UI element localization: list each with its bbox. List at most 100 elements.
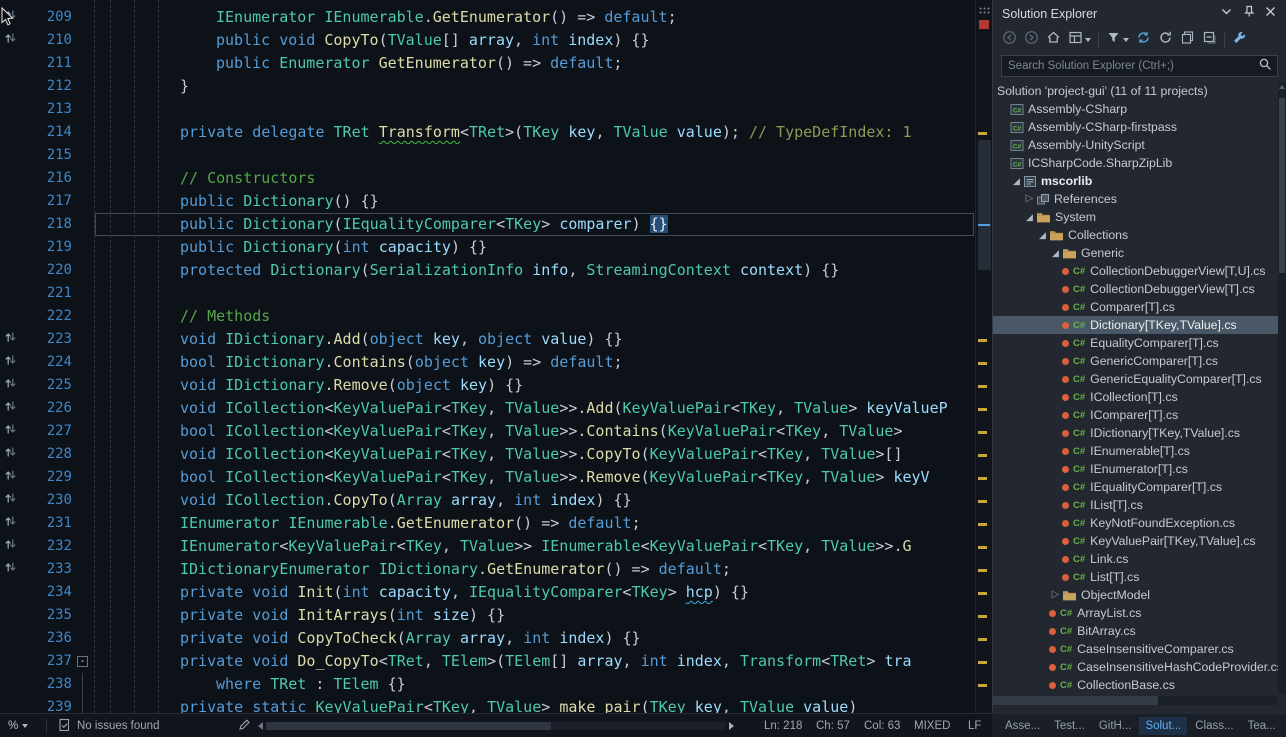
panel-tab-tea[interactable]: Tea... [1242,717,1282,735]
code-text[interactable]: public Enumerator GetEnumerator() => def… [96,52,975,75]
panel-tab-solut[interactable]: Solut... [1139,717,1187,735]
code-text[interactable]: private void Init(int capacity, IEqualit… [96,581,975,604]
tree-item-iequalitycomparer-t-cs[interactable]: C#IEqualityComparer[T].cs [993,478,1278,496]
code-line[interactable]: 210public void CopyTo(TValue[] array, in… [0,29,975,52]
fold-margin[interactable] [72,213,96,236]
status-line[interactable]: Ln: 218 [764,714,802,737]
line-number[interactable]: 233 [26,558,72,581]
code-text[interactable]: private delegate TRet Transform<TRet>(TK… [96,121,975,144]
gutter-icon-cell[interactable] [0,397,26,420]
gutter-icon-cell[interactable] [0,489,26,512]
tree-item-collections[interactable]: ◢Collections [993,226,1278,244]
line-number[interactable]: 225 [26,374,72,397]
tree-item-ienumerator-t-cs[interactable]: C#IEnumerator[T].cs [993,460,1278,478]
code-text[interactable]: IEnumerator<KeyValuePair<TKey, TValue>> … [96,535,975,558]
implements-icon[interactable] [4,29,17,52]
fold-margin[interactable] [72,305,96,328]
tree-item-assembly-csharp[interactable]: C#Assembly-CSharp [993,100,1278,118]
fold-margin[interactable] [72,489,96,512]
gutter-icon-cell[interactable] [0,328,26,351]
implements-icon[interactable] [4,443,17,466]
fold-margin[interactable] [72,512,96,535]
line-number[interactable]: 222 [26,305,72,328]
line-number[interactable]: 219 [26,236,72,259]
line-number[interactable]: 215 [26,144,72,167]
tree-vertical-scrollbar[interactable] [1278,82,1286,694]
code-text[interactable]: IEnumerator IEnumerable.GetEnumerator() … [96,6,975,29]
code-line[interactable]: 211public Enumerator GetEnumerator() => … [0,52,975,75]
code-line[interactable]: 220protected Dictionary(SerializationInf… [0,259,975,282]
line-number[interactable]: 213 [26,98,72,121]
fold-margin[interactable] [72,397,96,420]
tree-item-system[interactable]: ◢System [993,208,1278,226]
collapse-arrow-icon[interactable]: ◢ [1049,244,1062,262]
code-line[interactable]: 218public Dictionary(IEqualityComparer<T… [0,213,975,236]
tree-item-caseinsensitivehashcodeprovider-cs[interactable]: C#CaseInsensitiveHashCodeProvider.cs [993,658,1278,676]
code-text[interactable]: private static KeyValuePair<TKey, TValue… [96,696,975,713]
collapse-arrow-icon[interactable]: ◢ [1023,208,1036,226]
line-number[interactable]: 217 [26,190,72,213]
code-line[interactable]: 233IDictionaryEnumerator IDictionary.Get… [0,558,975,581]
switch-views-button[interactable] [1068,30,1091,50]
tree-item-bitarray-cs[interactable]: C#BitArray.cs [993,622,1278,640]
gutter-icon-cell[interactable] [0,351,26,374]
fold-margin[interactable] [72,581,96,604]
tree-item-idictionary-tkey-tvalue-cs[interactable]: C#IDictionary[TKey,TValue].cs [993,424,1278,442]
fold-margin[interactable] [72,535,96,558]
scroll-up-icon[interactable] [1279,85,1285,89]
implements-icon[interactable] [4,420,17,443]
gutter-icon-cell[interactable] [0,650,26,673]
panel-tab-gith[interactable]: GitH... [1093,717,1138,735]
filter-button[interactable] [1106,30,1129,50]
gutter-icon-cell[interactable] [0,190,26,213]
gutter-icon-cell[interactable] [0,604,26,627]
code-line[interactable]: 213 [0,98,975,121]
line-number[interactable]: 235 [26,604,72,627]
tree-item-generic[interactable]: ◢Generic [993,244,1278,262]
line-number[interactable]: 234 [26,581,72,604]
code-line[interactable]: 236private void CopyToCheck(Array array,… [0,627,975,650]
hscroll-track[interactable] [266,722,726,730]
code-line[interactable]: 227bool ICollection<KeyValuePair<TKey, T… [0,420,975,443]
fold-margin[interactable] [72,29,96,52]
gutter-icon-cell[interactable] [0,52,26,75]
collapse-arrow-icon[interactable]: ◢ [1010,172,1023,190]
code-line[interactable]: 224bool IDictionary.Contains(object key)… [0,351,975,374]
pen-button[interactable] [238,714,251,737]
tree-item-caseinsensitivecomparer-cs[interactable]: C#CaseInsensitiveComparer.cs [993,640,1278,658]
home-button[interactable] [1046,30,1061,50]
code-line[interactable]: 214 private delegate TRet Transform<TRet>… [0,121,975,144]
panel-tab-class[interactable]: Class... [1189,717,1239,735]
code-text[interactable]: protected Dictionary(SerializationInfo i… [96,259,975,282]
tree-item-keyvaluepair-tkey-tvalue-cs[interactable]: C#KeyValuePair[TKey,TValue].cs [993,532,1278,550]
line-number[interactable]: 229 [26,466,72,489]
code-line[interactable]: 222// Methods [0,305,975,328]
line-number[interactable]: 224 [26,351,72,374]
document-health-indicator[interactable]: No issues found [58,714,159,737]
code-line[interactable]: 223void IDictionary.Add(object key, obje… [0,328,975,351]
line-number[interactable]: 214 [26,121,72,144]
line-number[interactable]: 228 [26,443,72,466]
gutter-icon-cell[interactable] [0,259,26,282]
gutter-icon-cell[interactable] [0,98,26,121]
gutter-icon-cell[interactable] [0,144,26,167]
expand-arrow-icon[interactable]: ▷ [1023,190,1036,208]
fold-margin[interactable] [72,351,96,374]
fold-margin[interactable] [72,443,96,466]
code-line[interactable]: 219public Dictionary(int capacity) {} [0,236,975,259]
fold-margin[interactable] [72,98,96,121]
code-text[interactable] [96,98,975,121]
line-number[interactable]: 232 [26,535,72,558]
refresh-button[interactable] [1158,30,1173,50]
tree-item-solution-project-gui-11-of-11-projects[interactable]: Solution 'project-gui' (11 of 11 project… [993,82,1278,100]
gutter-icon-cell[interactable] [0,236,26,259]
tree-item-list-t-cs[interactable]: C#List[T].cs [993,568,1278,586]
nest-files-button[interactable] [1180,30,1195,50]
code-line[interactable]: 238where TRet : TElem {} [0,673,975,696]
implements-icon[interactable] [4,512,17,535]
fold-margin[interactable] [72,75,96,98]
fold-margin[interactable] [72,144,96,167]
fold-margin[interactable] [72,167,96,190]
gutter-icon-cell[interactable] [0,696,26,713]
forward-button[interactable] [1024,30,1039,50]
